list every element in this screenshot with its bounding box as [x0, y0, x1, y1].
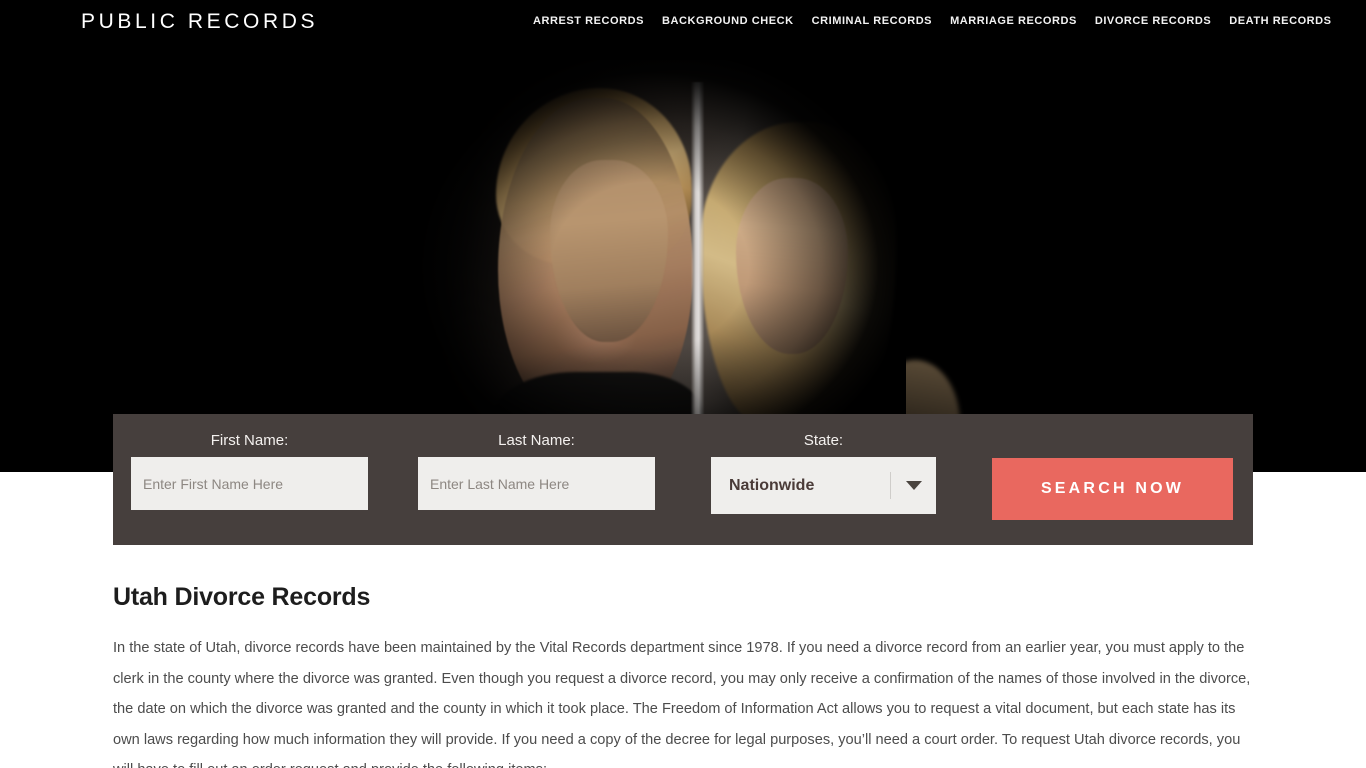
hero-photo [394, 54, 960, 472]
first-name-label: First Name: [210, 432, 289, 449]
search-form-panel: First Name: Last Name: State: Nationwide… [113, 414, 1253, 545]
search-button-group: SEARCH NOW [992, 458, 1233, 520]
select-divider [890, 472, 891, 499]
nav-item-background-check[interactable]: BACKGROUND CHECK [653, 14, 803, 28]
state-field-group: State: Nationwide [711, 431, 936, 514]
state-select[interactable]: Nationwide [711, 457, 936, 514]
state-label: State: [803, 432, 844, 449]
nav-item-marriage-records[interactable]: MARRIAGE RECORDS [941, 14, 1086, 28]
nav-item-arrest-records[interactable]: ARREST RECORDS [533, 14, 653, 28]
header-bar: PUBLIC RECORDS ARREST RECORDS BACKGROUND… [0, 0, 1366, 44]
state-select-value: Nationwide [729, 476, 815, 494]
first-name-input[interactable] [131, 457, 368, 510]
last-name-field-group: Last Name: [418, 431, 655, 510]
page-title: Utah Divorce Records [113, 583, 371, 611]
search-now-button[interactable]: SEARCH NOW [992, 458, 1233, 520]
page-root: PUBLIC RECORDS ARREST RECORDS BACKGROUND… [0, 0, 1366, 768]
last-name-input[interactable] [418, 457, 655, 510]
main-navigation: ARREST RECORDS BACKGROUND CHECK CRIMINAL… [533, 14, 1332, 28]
nav-item-criminal-records[interactable]: CRIMINAL RECORDS [803, 14, 941, 28]
site-logo[interactable]: PUBLIC RECORDS [81, 9, 318, 35]
main-content: Utah Divorce Records In the state of Uta… [113, 580, 1253, 768]
first-name-field-group: First Name: [131, 431, 368, 510]
hero-section [0, 0, 1366, 472]
nav-item-divorce-records[interactable]: DIVORCE RECORDS [1086, 14, 1220, 28]
chevron-down-icon [906, 481, 922, 490]
intro-paragraph: In the state of Utah, divorce records ha… [113, 640, 1251, 768]
hero-photo-vignette [394, 54, 906, 472]
nav-item-death-records[interactable]: DEATH RECORDS [1220, 14, 1331, 28]
last-name-label: Last Name: [498, 432, 575, 449]
